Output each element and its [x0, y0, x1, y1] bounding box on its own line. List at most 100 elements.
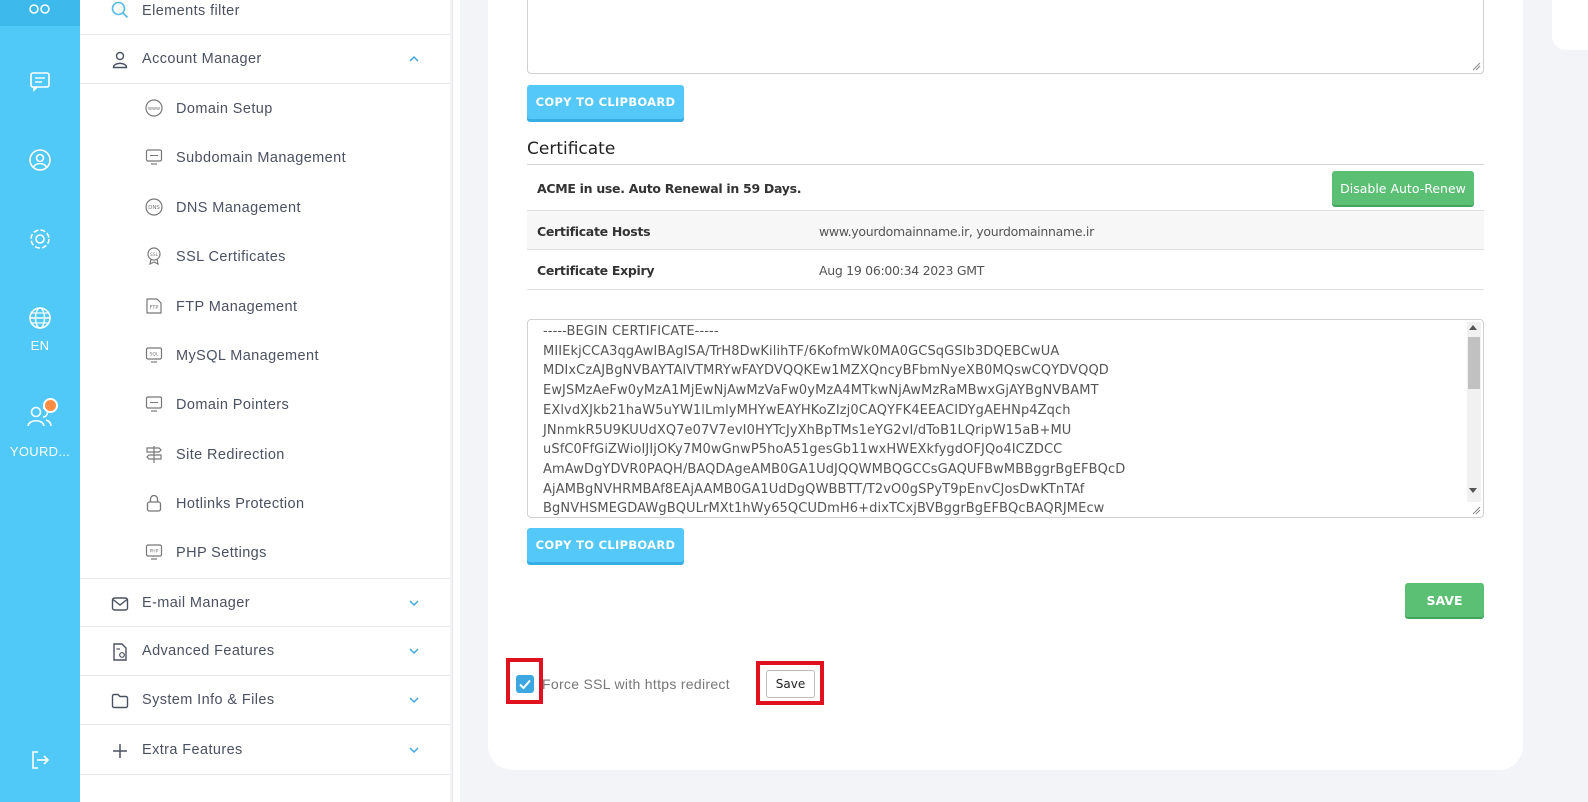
php-monitor-icon: PHP — [145, 544, 163, 560]
disable-auto-renew-button[interactable]: Disable Auto-Renew — [1332, 171, 1474, 205]
user-label: YOURD... — [9, 444, 71, 459]
private-key-textarea[interactable] — [527, 0, 1484, 74]
rail-profile[interactable] — [0, 148, 80, 172]
save-button[interactable]: SAVE — [1405, 583, 1484, 617]
certificate-textarea[interactable]: -----BEGIN CERTIFICATE----- MIIEkjCCA3qg… — [527, 319, 1484, 518]
plus-icon — [113, 744, 127, 758]
folder-icon — [111, 693, 129, 709]
rail-messages[interactable] — [0, 69, 80, 93]
globe-icon — [29, 307, 51, 329]
hosts-label: Certificate Hosts — [537, 224, 651, 239]
expiry-label: Certificate Expiry — [537, 263, 655, 278]
advanced-features-label: Advanced Features — [142, 643, 275, 659]
elements-filter-label: Elements filter — [142, 3, 240, 19]
certificate-heading: Certificate — [527, 139, 616, 159]
scroll-up-icon[interactable] — [1469, 325, 1477, 330]
menu-account-manager[interactable]: Account Manager — [80, 35, 450, 84]
logout-icon — [32, 751, 50, 769]
domain-setup-label: Domain Setup — [176, 100, 273, 117]
chevron-up-icon — [409, 55, 419, 62]
account-manager-label: Account Manager — [142, 51, 262, 67]
ssl-certificates-label: SSL Certificates — [176, 248, 286, 265]
icon-rail — [0, 0, 80, 802]
rail-user[interactable]: YOURD... — [0, 404, 80, 459]
svg-text:SSL: SSL — [150, 252, 159, 258]
user-circle-icon — [29, 149, 51, 171]
copy-key-button[interactable]: COPY TO CLIPBOARD — [527, 85, 684, 119]
svg-text:DNS: DNS — [148, 205, 160, 211]
force-ssl-save-button[interactable]: Save — [766, 670, 815, 698]
notification-dot — [43, 398, 58, 413]
menu-domain-setup[interactable]: www Domain Setup — [80, 84, 450, 133]
force-ssl-checkbox[interactable] — [516, 675, 534, 693]
hosts-value: www.yourdomainname.ir, yourdomainname.ir — [819, 224, 1094, 239]
sidebar-scrollbar[interactable] — [452, 0, 460, 802]
search-icon — [111, 1, 129, 19]
menu-ssl-certificates[interactable]: SSL SSL Certificates — [80, 232, 450, 281]
signpost-icon — [146, 446, 162, 463]
resize-handle-icon[interactable] — [1471, 505, 1481, 515]
language-label: EN — [30, 338, 50, 353]
menu-elements-filter[interactable]: Elements filter — [80, 0, 450, 35]
document-gear-icon — [113, 643, 127, 661]
www-icon: www — [145, 99, 163, 117]
menu-subdomain-management[interactable]: Subdomain Management — [80, 133, 450, 182]
gear-icon — [30, 229, 50, 249]
monitor-icon — [145, 396, 163, 412]
menu-hotlinks-protection[interactable]: Hotlinks Protection — [80, 479, 450, 528]
chevron-down-icon — [409, 747, 419, 754]
menu-dns-management[interactable]: DNS DNS Management — [80, 183, 450, 232]
mysql-management-label: MySQL Management — [176, 347, 319, 364]
expiry-value: Aug 19 06:00:34 2023 GMT — [819, 263, 985, 278]
menu-email-manager[interactable]: E-mail Manager — [80, 578, 450, 627]
monitor-icon — [145, 149, 163, 165]
scrollbar-thumb[interactable] — [1468, 337, 1480, 389]
menu-ftp-management[interactable]: FTP FTP Management — [80, 282, 450, 331]
dns-management-label: DNS Management — [176, 199, 301, 216]
rail-apps-tab[interactable] — [0, 0, 80, 26]
force-ssl-label: Force SSL with https redirect — [542, 676, 730, 692]
extra-features-label: Extra Features — [142, 742, 243, 758]
certificate-text: -----BEGIN CERTIFICATE----- MIIEkjCCA3qg… — [543, 324, 1126, 517]
rail-logout[interactable] — [0, 748, 80, 772]
php-settings-label: PHP Settings — [176, 544, 267, 561]
menu-domain-pointers[interactable]: Domain Pointers — [80, 380, 450, 429]
resize-handle-icon[interactable] — [1471, 61, 1481, 71]
chevron-down-icon — [409, 648, 419, 655]
menu-php-settings[interactable]: PHP PHP Settings — [80, 528, 450, 577]
menu-advanced-features[interactable]: Advanced Features — [80, 627, 450, 676]
svg-text:www: www — [148, 106, 160, 112]
domain-pointers-label: Domain Pointers — [176, 396, 290, 413]
ftp-management-label: FTP Management — [176, 298, 298, 315]
menu-extra-features[interactable]: Extra Features — [80, 726, 450, 775]
svg-text:FTP: FTP — [150, 305, 159, 311]
table-row: Certificate Hosts www.yourdomainname.ir,… — [527, 211, 1484, 250]
copy-certificate-button[interactable]: COPY TO CLIPBOARD — [527, 528, 684, 562]
certificate-table: ACME in use. Auto Renewal in 59 Days. Di… — [527, 164, 1484, 290]
rail-settings[interactable] — [0, 227, 80, 251]
rail-language[interactable]: EN — [0, 306, 80, 353]
menu-site-redirection[interactable]: Site Redirection — [80, 430, 450, 479]
menu-mysql-management[interactable]: SQL MySQL Management — [80, 331, 450, 380]
site-redirection-label: Site Redirection — [176, 446, 285, 463]
table-row: ACME in use. Auto Renewal in 59 Days. Di… — [527, 165, 1484, 211]
checkmark-icon — [519, 679, 531, 690]
scroll-down-icon[interactable] — [1469, 488, 1477, 493]
email-manager-label: E-mail Manager — [142, 594, 250, 611]
envelope-icon — [111, 597, 129, 611]
svg-text:SQL: SQL — [150, 352, 159, 358]
system-info-label: System Info & Files — [142, 692, 275, 708]
chat-icon — [30, 72, 50, 92]
ssl-badge-icon: SSL — [147, 247, 161, 266]
chevron-down-icon — [409, 600, 419, 607]
menu-system-info[interactable]: System Info & Files — [80, 676, 450, 725]
chevron-down-icon — [409, 697, 419, 704]
acme-status: ACME in use. Auto Renewal in 59 Days. — [537, 181, 802, 196]
apps-icon — [29, 4, 50, 14]
sql-monitor-icon: SQL — [145, 347, 163, 363]
lock-icon — [146, 494, 162, 512]
hotlinks-protection-label: Hotlinks Protection — [176, 495, 305, 512]
svg-text:PHP: PHP — [150, 549, 159, 555]
dns-icon: DNS — [145, 198, 163, 216]
right-panel-edge — [1552, 0, 1588, 50]
